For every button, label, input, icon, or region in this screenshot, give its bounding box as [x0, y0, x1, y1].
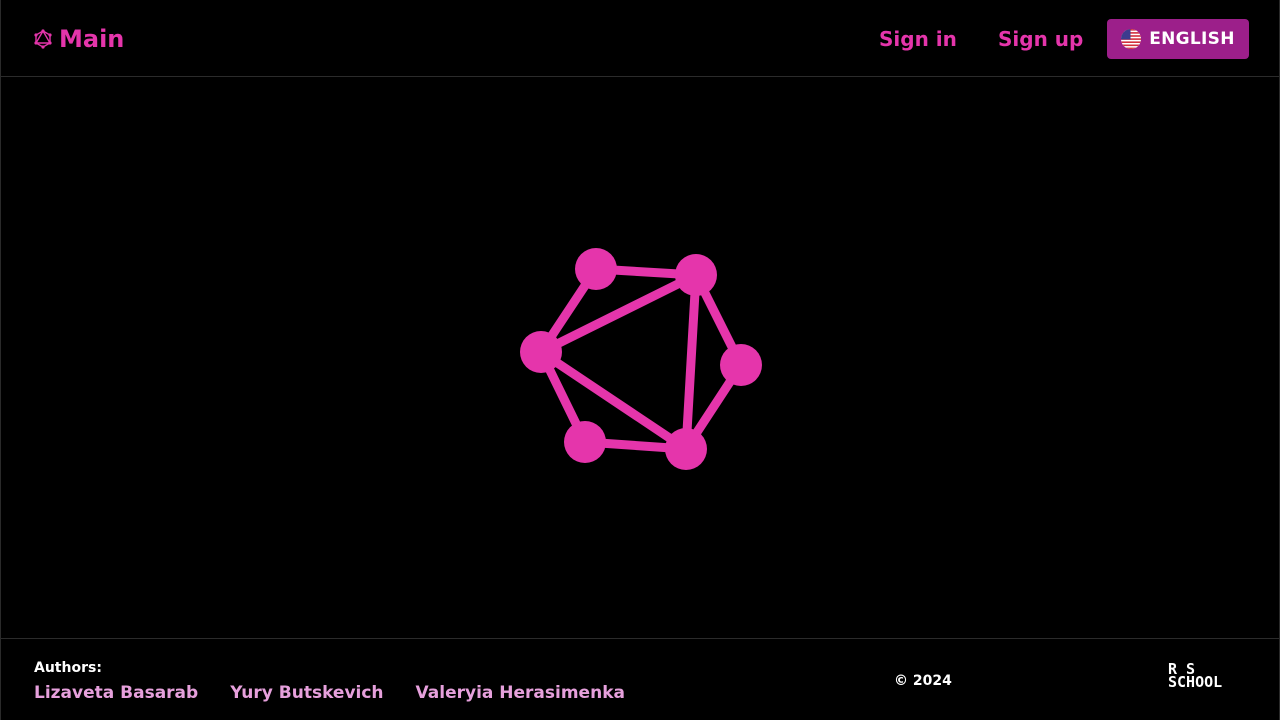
author-link[interactable]: Yury Butskevich: [230, 681, 383, 705]
language-label: ENGLISH: [1149, 29, 1235, 49]
rs-school-logo-line2: SCHOOL: [1168, 673, 1223, 691]
authors-list: Lizaveta Basarab Yury Butskevich Valeryi…: [34, 681, 625, 705]
sign-up-link[interactable]: Sign up: [998, 24, 1083, 54]
sign-in-link[interactable]: Sign in: [879, 24, 957, 54]
graphql-icon: [34, 29, 52, 49]
author-link[interactable]: Valeryia Herasimenka: [416, 681, 625, 705]
main-link[interactable]: Main: [33, 22, 124, 56]
graphql-logo-icon: [520, 248, 762, 470]
copyright-text: © 2024: [894, 673, 952, 689]
app-root: Main Sign in Sign up ENGLISH Authors: Li…: [0, 0, 1280, 720]
rs-school-logo[interactable]: R S SCHOOL: [1168, 662, 1246, 695]
main-link-label: Main: [59, 25, 125, 53]
header: Main Sign in Sign up ENGLISH: [1, 0, 1279, 77]
main-content: [1, 77, 1279, 638]
author-link[interactable]: Lizaveta Basarab: [34, 681, 198, 705]
footer: Authors: Lizaveta Basarab Yury Butskevic…: [1, 638, 1279, 720]
us-flag-icon: [1121, 29, 1142, 49]
authors-title: Authors:: [34, 660, 102, 676]
language-button[interactable]: ENGLISH: [1107, 19, 1249, 59]
